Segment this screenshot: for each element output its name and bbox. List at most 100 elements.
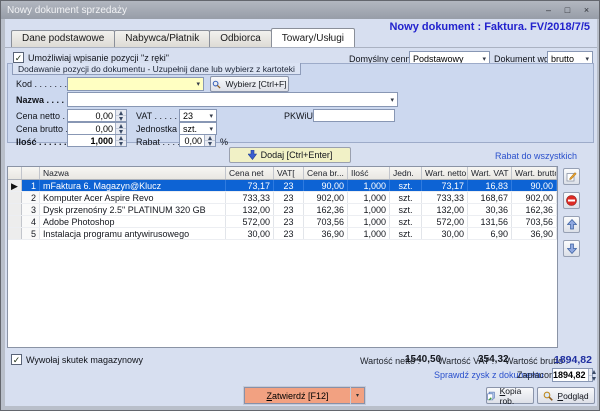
table-cell-nazwa: Dysk przenośny 2.5" PLATINUM 320 GB: [40, 204, 226, 215]
rabat-do-wszystkich-link[interactable]: Rabat do wszystkich: [495, 151, 577, 161]
table-cell-wart_vat: 30,36: [468, 204, 512, 215]
table-cell-ilosc: 1,000: [348, 204, 390, 215]
zatwierdz-button[interactable]: Zatwierdź [F12]: [244, 387, 351, 404]
window-title: Nowy dokument sprzedaży: [7, 5, 127, 16]
table-cell-wart_brutto: 90,00: [512, 180, 557, 191]
arrow-up-icon: [567, 219, 577, 230]
table-cell-num: 1: [22, 180, 40, 191]
rabat-spinner[interactable]: 0,00: [179, 134, 216, 147]
vat-select[interactable]: 23 ▾: [179, 109, 217, 122]
table-cell-jedn: szt.: [390, 216, 422, 227]
row-indicator: ▶: [8, 180, 22, 191]
table-row[interactable]: ▶1mFaktura 6. Magazyn@Klucz73,172390,001…: [8, 180, 557, 192]
kopia-rob-button[interactable]: Kopia rob.: [486, 387, 534, 404]
copy-document-icon: [487, 391, 496, 401]
chevron-down-icon: ▾: [206, 112, 216, 120]
edit-pencil-icon: [566, 171, 577, 182]
table-cell-nazwa: Instalacja programu antywirusowego: [40, 228, 226, 239]
tab-nabywca-platnik[interactable]: Nabywca/Płatnik: [114, 30, 210, 47]
table-cell-wart_netto: 132,00: [422, 204, 468, 215]
dodaj-button[interactable]: Dodaj [Ctrl+Enter]: [229, 147, 351, 163]
table-cell-jedn: szt.: [390, 192, 422, 203]
table-row[interactable]: 2Komputer Acer Aspire Revo733,3323902,00…: [8, 192, 557, 204]
cena-netto-value: 0,00: [68, 110, 115, 121]
pricelist-value: Podstawowy: [413, 54, 464, 64]
arrow-down-icon: [567, 243, 577, 254]
spinner-buttons[interactable]: [115, 135, 126, 146]
move-down-button[interactable]: [563, 240, 580, 257]
table-cell-wart_vat: 6,90: [468, 228, 512, 239]
manual-entry-label: Umożliwiaj wpisanie pozycji "z ręki": [28, 53, 169, 63]
warehouse-effect-checkbox[interactable]: ✓: [11, 354, 22, 365]
tab-odbiorca[interactable]: Odbiorca: [209, 30, 272, 47]
zatwierdz-dropdown-button[interactable]: ▾: [351, 387, 365, 404]
cena-netto-spinner[interactable]: 0,00: [67, 109, 127, 122]
items-table: NazwaCena netVAT[Cena br...IlośćJedn.War…: [7, 166, 558, 348]
minimize-button[interactable]: –: [540, 4, 557, 17]
wybierz-button[interactable]: Wybierz [Ctrl+F]: [210, 76, 289, 92]
maximize-button[interactable]: □: [559, 4, 576, 17]
column-header: [8, 167, 22, 179]
arrow-down-icon: [248, 150, 257, 160]
table-cell-wart_vat: 16,83: [468, 180, 512, 191]
table-cell-jedn: szt.: [390, 204, 422, 215]
table-cell-cena_br: 36,90: [304, 228, 348, 239]
column-header: Nazwa: [40, 167, 226, 179]
table-cell-vat: 23: [274, 180, 304, 191]
column-header: Cena br...: [304, 167, 348, 179]
table-cell-cena_net: 30,00: [226, 228, 274, 239]
table-row[interactable]: 4Adobe Photoshop572,0023703,561,000szt.5…: [8, 216, 557, 228]
paid-spinner[interactable]: 1894,82: [552, 368, 593, 382]
netto-total-value: 1540,50: [405, 354, 441, 365]
table-body: ▶1mFaktura 6. Magazyn@Klucz73,172390,001…: [8, 180, 557, 240]
spinner-buttons[interactable]: [115, 123, 126, 134]
table-cell-num: 2: [22, 192, 40, 203]
table-cell-cena_br: 703,56: [304, 216, 348, 227]
tab-towary-uslugi[interactable]: Towary/Usługi: [271, 28, 355, 47]
title-bar[interactable]: Nowy dokument sprzedaży – □ ×: [1, 1, 600, 19]
ilosc-spinner[interactable]: 1,000: [67, 134, 127, 147]
rabat-label: Rabat . . . . .: [136, 137, 185, 147]
chevron-down-icon: ▾: [206, 125, 216, 133]
edit-item-button[interactable]: [563, 168, 580, 185]
table-cell-cena_net: 132,00: [226, 204, 274, 215]
panel-caption: Dodawanie pozycji do dokumentu - Uzupełn…: [12, 63, 301, 75]
table-cell-ilosc: 1,000: [348, 192, 390, 203]
table-cell-cena_br: 90,00: [304, 180, 348, 191]
table-row[interactable]: 3Dysk przenośny 2.5" PLATINUM 320 GB132,…: [8, 204, 557, 216]
brutto-total-value: 1894,82: [554, 354, 592, 366]
close-button[interactable]: ×: [578, 4, 595, 17]
table-cell-cena_br: 162,36: [304, 204, 348, 215]
rabat-unit-label: %: [220, 137, 228, 147]
tab-dane-podstawowe[interactable]: Dane podstawowe: [11, 30, 115, 47]
delete-item-button[interactable]: [563, 192, 580, 209]
wybierz-label: Wybierz [Ctrl+F]: [225, 79, 286, 89]
vat-label: VAT . . . . . .: [136, 111, 182, 121]
chevron-down-icon: ▾: [356, 392, 359, 399]
manual-entry-checkbox[interactable]: ✓: [13, 52, 24, 63]
table-cell-num: 3: [22, 204, 40, 215]
nazwa-combobox[interactable]: ▾: [67, 92, 398, 107]
pkwiu-input[interactable]: [313, 109, 395, 122]
spinner-buttons[interactable]: [204, 135, 215, 146]
table-cell-wart_brutto: 703,56: [512, 216, 557, 227]
vat-value: 23: [183, 111, 193, 121]
chevron-down-icon: ▾: [479, 55, 489, 63]
podglad-button[interactable]: Podgląd: [537, 387, 595, 404]
kod-combobox[interactable]: ▾: [67, 77, 204, 91]
table-cell-nazwa: Komputer Acer Aspire Revo: [40, 192, 226, 203]
spinner-buttons[interactable]: [588, 369, 592, 381]
table-cell-ilosc: 1,000: [348, 228, 390, 239]
table-cell-cena_br: 902,00: [304, 192, 348, 203]
tab-strip: Dane podstawowe Nabywca/Płatnik Odbiorca…: [11, 30, 354, 48]
spinner-buttons[interactable]: [115, 110, 126, 121]
move-up-button[interactable]: [563, 216, 580, 233]
row-indicator: [8, 228, 22, 239]
table-cell-wart_netto: 73,17: [422, 180, 468, 191]
table-cell-wart_brutto: 36,90: [512, 228, 557, 239]
table-row[interactable]: 5Instalacja programu antywirusowego30,00…: [8, 228, 557, 240]
column-header: VAT[: [274, 167, 304, 179]
table-cell-wart_netto: 733,33: [422, 192, 468, 203]
jednostka-label: Jednostka .: [136, 124, 182, 134]
add-item-panel: Dodawanie pozycji do dokumentu - Uzupełn…: [7, 63, 594, 143]
